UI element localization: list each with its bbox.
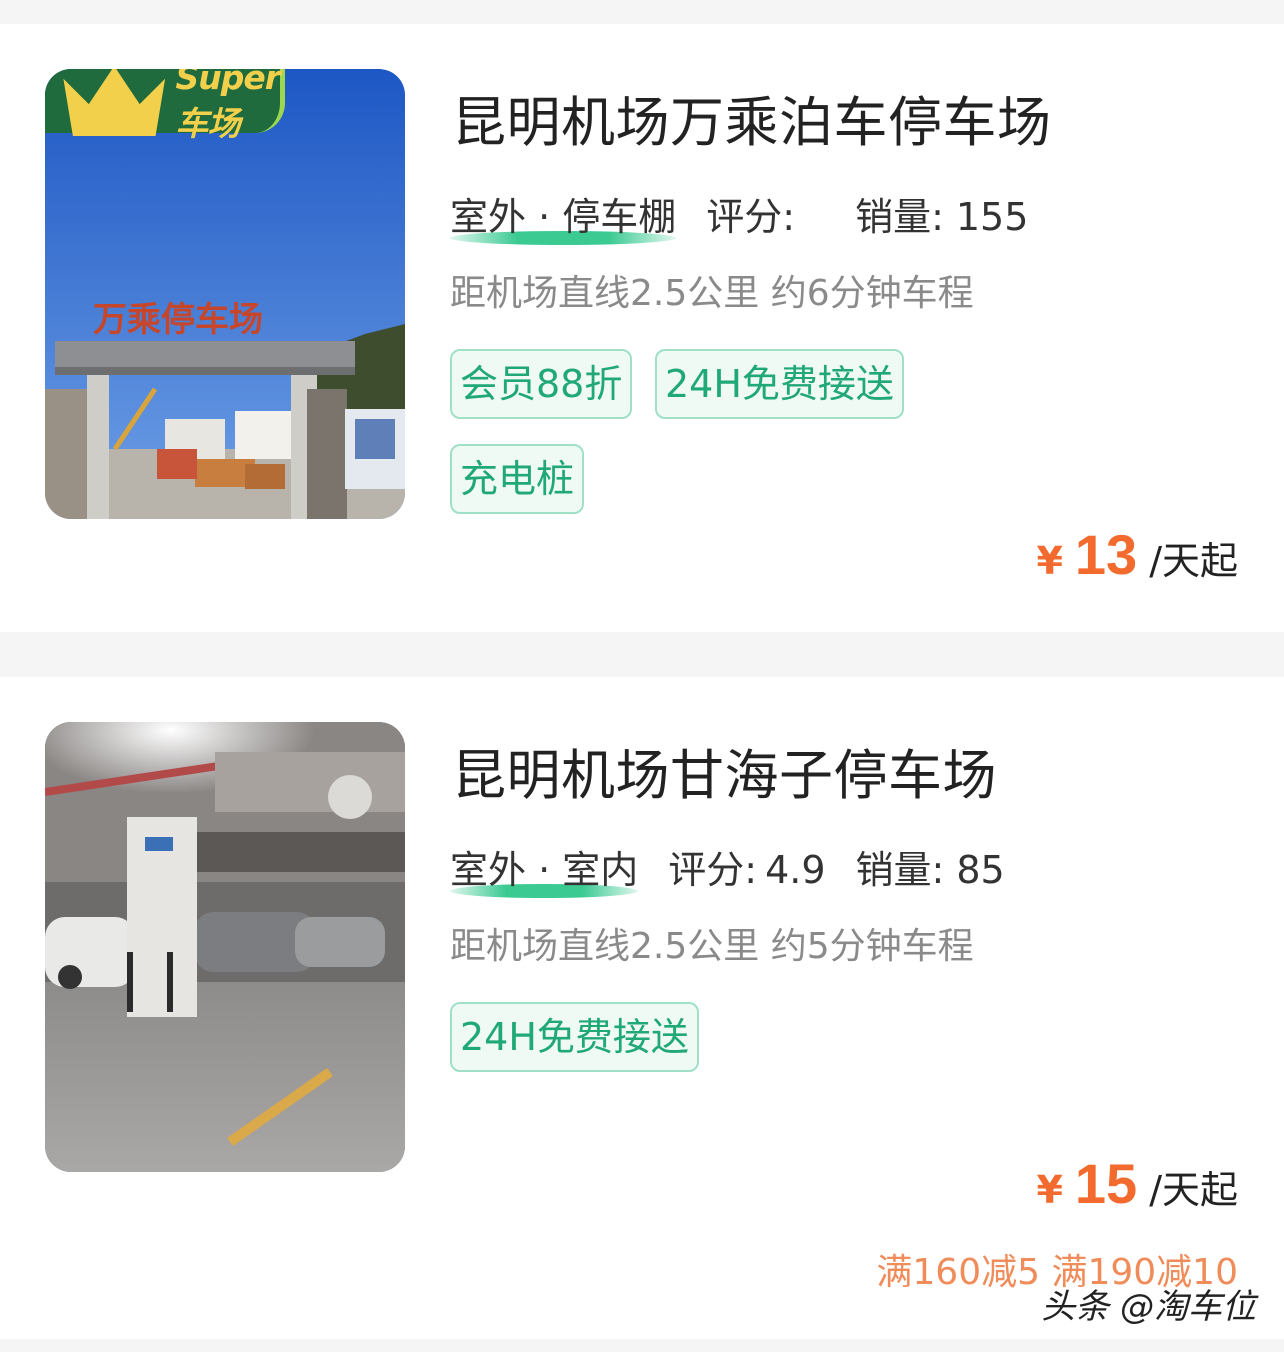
- source-watermark: 头条 @淘车位: [1041, 1287, 1256, 1327]
- sales-value: 155: [955, 195, 1029, 239]
- super-parking-badge: Super车场: [45, 69, 285, 143]
- super-badge-label: Super车场: [175, 69, 281, 143]
- rating-label: 评分:: [706, 195, 796, 239]
- parking-listing-card[interactable]: 万乘停车场 Super车场 昆明机场万乘泊车停车场 室外 · 停车棚 评分: 销…: [0, 24, 1284, 632]
- tag-free-shuttle: 24H免费接送: [450, 1002, 699, 1072]
- tag-free-shuttle: 24H免费接送: [655, 349, 904, 419]
- parking-meta-row: 室外 · 室内 评分: 4.9 销量: 85: [450, 839, 1005, 898]
- sales-value: 85: [956, 848, 1005, 892]
- price-display: ¥ 13 /天起: [1036, 522, 1238, 587]
- parking-listing-card[interactable]: 昆明机场甘海子停车场 室外 · 室内 评分: 4.9 销量: 85 距机场直线2…: [0, 677, 1284, 1339]
- crown-icon: [63, 69, 166, 136]
- price-unit: /天起: [1149, 539, 1238, 583]
- environment-text: 室外 · 室内: [450, 848, 639, 892]
- currency-symbol: ¥: [1036, 1168, 1063, 1212]
- distance-info: 距机场直线2.5公里 约6分钟车程: [450, 273, 974, 314]
- environment-text: 室外 · 停车棚: [450, 195, 677, 239]
- parking-lot-photo[interactable]: [45, 722, 405, 1172]
- indoor-garage-photo: [45, 722, 405, 1172]
- price-value: 15: [1074, 1152, 1138, 1215]
- price-display: ¥ 15 /天起: [1036, 1151, 1238, 1216]
- sales-label: 销量:: [855, 848, 945, 892]
- parking-title[interactable]: 昆明机场甘海子停车场: [452, 731, 997, 810]
- tag-member-discount: 会员88折: [450, 349, 633, 419]
- rating-label: 评分:: [668, 848, 758, 892]
- tag-charging-pile: 充电桩: [450, 444, 585, 514]
- currency-symbol: ¥: [1036, 539, 1063, 583]
- sales-label: 销量:: [855, 195, 944, 239]
- price-unit: /天起: [1149, 1168, 1238, 1212]
- price-value: 13: [1074, 523, 1138, 586]
- parking-meta-row: 室外 · 停车棚 评分: 销量: 155: [450, 186, 1029, 245]
- distance-info: 距机场直线2.5公里 约5分钟车程: [450, 926, 974, 967]
- rating-value: 4.9: [765, 848, 826, 892]
- environment-type: 室外 · 停车棚: [450, 186, 677, 245]
- environment-type: 室外 · 室内: [450, 839, 639, 898]
- parking-lot-photo[interactable]: 万乘停车场 Super车场: [45, 69, 405, 519]
- parking-title[interactable]: 昆明机场万乘泊车停车场: [452, 78, 1052, 157]
